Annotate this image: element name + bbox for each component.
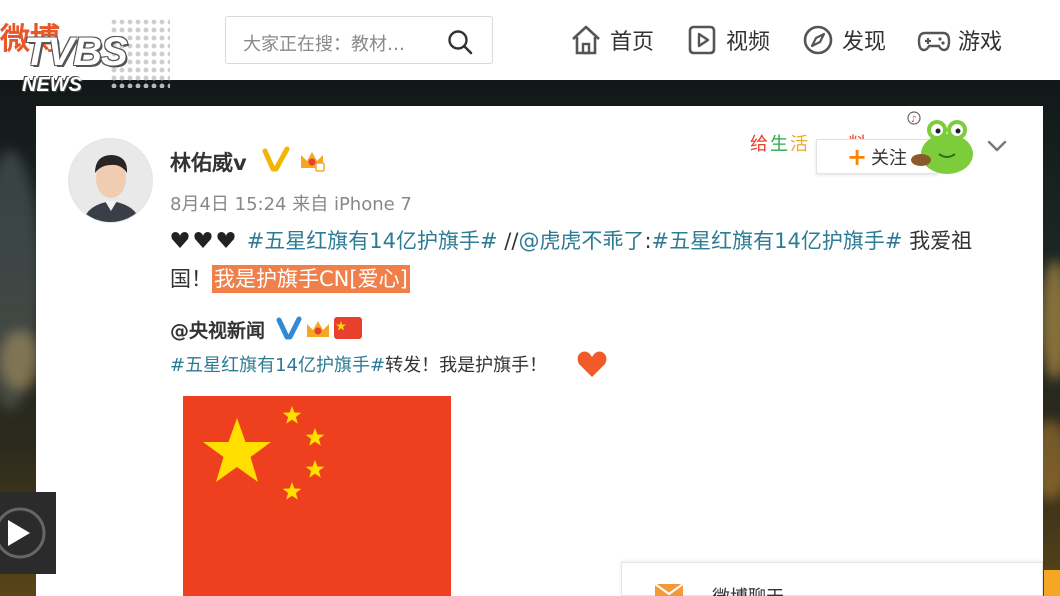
- verified-blue-badge-icon: [276, 316, 302, 340]
- post-text: #五星红旗有14亿护旗手# //@虎虎不乖了:#五星红旗有14亿护旗手# 我爱祖…: [170, 222, 1010, 298]
- plus-icon: +: [846, 142, 868, 171]
- tvbs-brand-text: TVBS: [24, 30, 128, 74]
- repost-separator: //: [497, 229, 519, 253]
- repost-topic-link[interactable]: #五星红旗有14亿护旗手#: [170, 355, 385, 376]
- side-widget[interactable]: [1044, 570, 1060, 596]
- play-icon: [0, 507, 46, 559]
- black-heart-icon: [171, 232, 235, 248]
- search-icon[interactable]: [446, 28, 474, 56]
- repost-text: #五星红旗有14亿护旗手#转发！我是护旗手！: [170, 351, 547, 377]
- tvbs-watermark: 微博 TVBS NEWS: [0, 8, 175, 96]
- avatar[interactable]: [68, 138, 153, 223]
- nav-item-home[interactable]: 首页: [568, 20, 654, 60]
- compass-icon: [803, 25, 833, 55]
- highlighted-text: 我是护旗手CN[爱心]: [212, 265, 410, 293]
- main-nav: 首页 视频 发现 游戏: [568, 20, 1032, 60]
- vip-crown-icon-2: [307, 321, 329, 337]
- avatar-portrait: [69, 139, 152, 222]
- post-meta: 8月4日 15:24 来自 iPhone 7: [170, 194, 412, 215]
- chevron-down-icon[interactable]: [985, 134, 1009, 158]
- follow-label: 关注: [871, 147, 908, 169]
- topic-link[interactable]: #五星红旗有14亿护旗手#: [247, 229, 498, 253]
- weibo-chat-panel[interactable]: 微博聊天: [621, 562, 1043, 596]
- video-icon: [688, 25, 716, 55]
- china-flag-badge-icon: [334, 317, 362, 339]
- home-icon: [572, 25, 600, 55]
- post-author-name[interactable]: 林佑威v: [170, 147, 247, 177]
- nav-label-home: 首页: [610, 30, 655, 55]
- chat-label: 微博聊天: [712, 583, 784, 596]
- black-hearts-emoji: [170, 229, 247, 253]
- verified-badge-icon: [262, 146, 290, 172]
- search-input[interactable]: 大家正在搜：教材…: [243, 30, 405, 56]
- nav-label-games: 游戏: [958, 30, 1003, 55]
- nav-item-video[interactable]: 视频: [684, 20, 770, 60]
- repost-author-name[interactable]: @央视新闻: [170, 316, 265, 343]
- repost-body: 转发！我是护旗手！: [385, 355, 548, 376]
- nav-label-video: 视频: [726, 30, 771, 55]
- search-box[interactable]: 大家正在搜：教材…: [225, 16, 493, 64]
- red-heart-icon: [577, 351, 607, 377]
- tvbs-news-text: NEWS: [22, 74, 82, 96]
- vip-crown-icon: [301, 152, 325, 172]
- svg-text:♪: ♪: [911, 115, 917, 125]
- nav-item-games[interactable]: 游戏: [916, 20, 1002, 60]
- video-play-control[interactable]: [0, 492, 56, 574]
- mention-link[interactable]: @虎虎不乖了: [518, 229, 644, 253]
- topic-link-2[interactable]: #五星红旗有14亿护旗手#: [652, 229, 903, 253]
- nav-label-discover: 发现: [842, 30, 887, 55]
- nav-item-discover[interactable]: 发现: [800, 20, 886, 60]
- frog-sticker-icon: ♪: [907, 111, 973, 174]
- top-navigation-bar: 微博 TVBS NEWS 大家正在搜：教材… 首页 视频 发现 游戏: [0, 0, 1060, 96]
- gamepad-icon: [917, 31, 951, 52]
- mail-icon: [654, 583, 684, 596]
- colon: :: [644, 229, 652, 253]
- china-flag-image[interactable]: [183, 396, 451, 596]
